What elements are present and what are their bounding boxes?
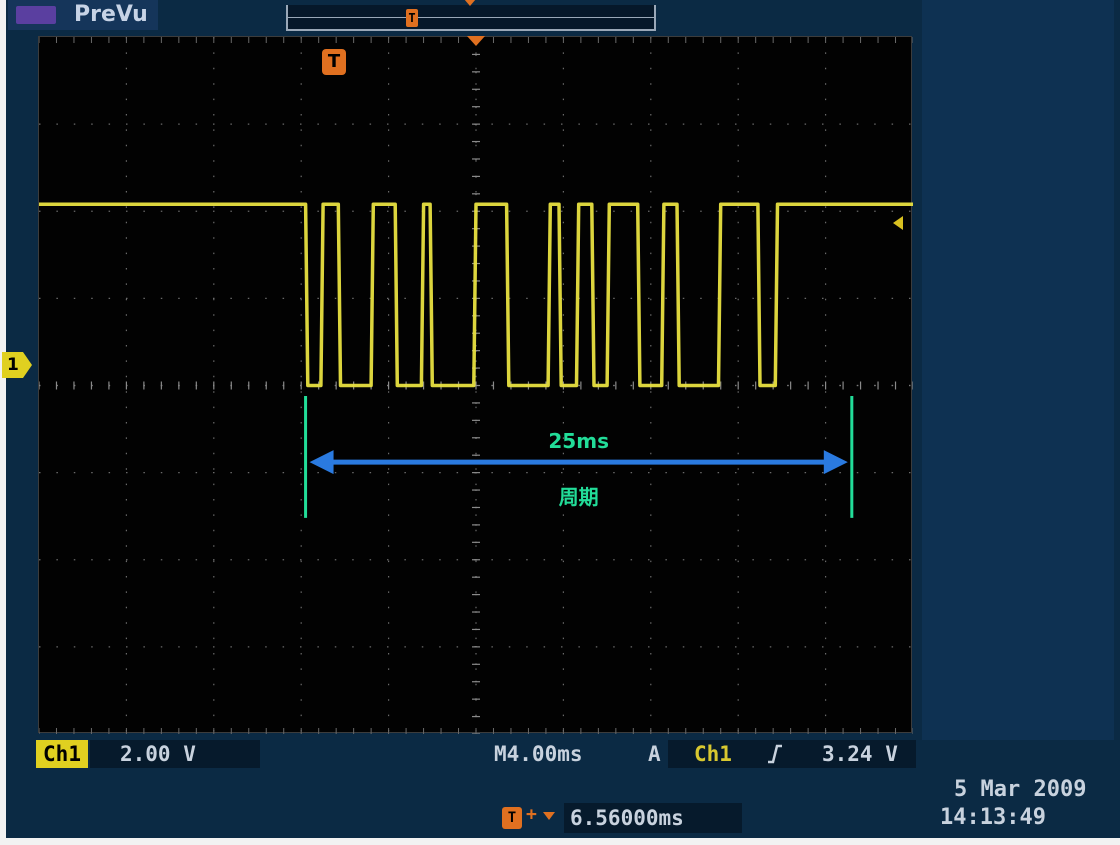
period-value-label: 25ms xyxy=(548,429,609,453)
timebase-readout[interactable]: M4.00ms xyxy=(494,740,583,768)
ch1-badge[interactable]: Ch1 xyxy=(36,740,88,768)
trigger-readout-box[interactable]: Ch1 3.24 V xyxy=(668,740,916,768)
record-view-bar: T xyxy=(286,0,656,31)
trigger-offset-marker: T xyxy=(502,807,522,829)
record-view-line xyxy=(288,17,654,18)
mode-indicator: PreVu xyxy=(8,0,158,30)
mode-label: PreVu xyxy=(74,2,148,27)
trigger-offset-plus: + xyxy=(526,804,537,825)
graticule: 25ms 周期 xyxy=(38,36,913,734)
rising-edge-icon xyxy=(768,744,782,764)
record-position-arrow-icon xyxy=(464,0,476,6)
period-arrow-left-head xyxy=(309,450,334,475)
mode-pill xyxy=(16,6,56,24)
volts-readout-box: 2.00 V xyxy=(90,740,260,768)
trigger-point-marker: T xyxy=(322,49,346,75)
record-trigger-marker: T xyxy=(406,9,418,27)
trigger-level: 3.24 V xyxy=(822,742,898,766)
trigger-position-value: 6.56000ms xyxy=(570,806,684,830)
frame-bottom-edge xyxy=(0,838,1120,845)
period-arrow-right-head xyxy=(823,450,848,475)
trigger-offset-arrow-icon xyxy=(543,812,555,820)
trigger-level-arrow-icon xyxy=(893,216,903,230)
ch1-waveform xyxy=(39,202,913,388)
trigger-mode: A xyxy=(648,742,661,766)
period-caption-label: 周期 xyxy=(559,485,599,509)
ch1-ground-marker: 1 xyxy=(2,352,32,378)
side-panel xyxy=(922,0,1114,740)
frame-edge xyxy=(0,0,6,845)
date-readout: 5 Mar 2009 xyxy=(954,777,1087,802)
waveform-plot: 25ms 周期 xyxy=(39,37,913,734)
trigger-position-box[interactable]: 6.56000ms xyxy=(564,803,742,833)
oscilloscope-screen: PreVu T 25ms 周期 T 1 Ch1 2.00 V M4.00ms A … xyxy=(0,0,1120,845)
time-readout: 14:13:49 xyxy=(940,805,1046,830)
trigger-source: Ch1 xyxy=(694,742,732,766)
trigger-position-arrow-icon xyxy=(467,36,485,46)
volts-per-div: 2.00 V xyxy=(120,742,196,766)
